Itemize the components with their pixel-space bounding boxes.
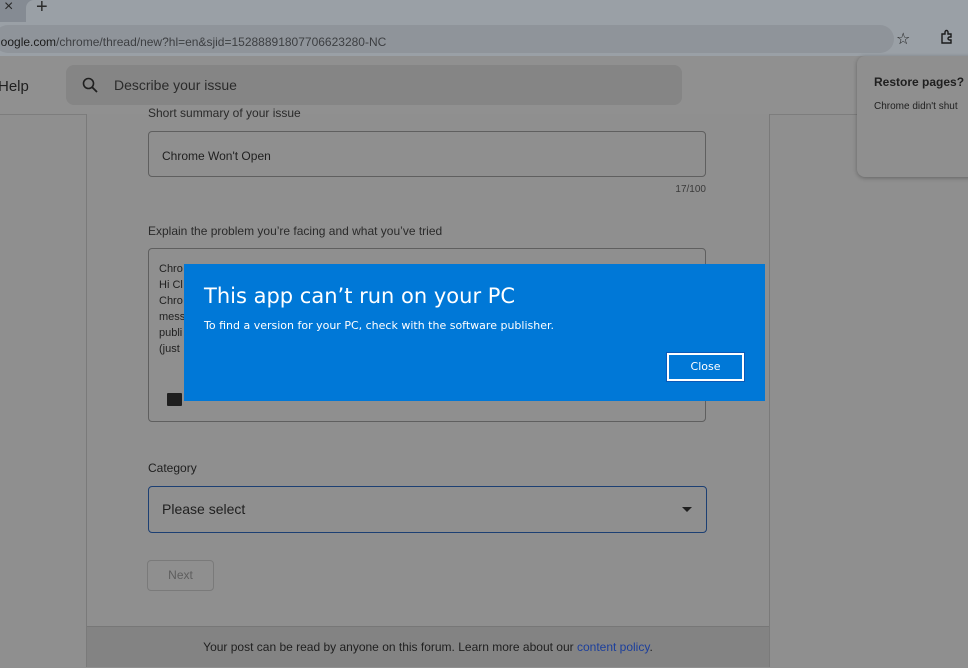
category-select[interactable]: Please select: [148, 486, 707, 533]
restore-title: Restore pages?: [874, 75, 965, 89]
summary-input[interactable]: Chrome Won't Open: [148, 131, 706, 177]
page-header: Help Describe your issue: [0, 56, 968, 115]
bookmark-star-icon[interactable]: ☆: [896, 29, 910, 49]
active-tab[interactable]: [26, 0, 968, 22]
footer-text: Your post can be read by anyone on this …: [203, 640, 577, 654]
category-label: Category: [148, 461, 197, 475]
search-bar[interactable]: Describe your issue: [66, 65, 682, 105]
tab-strip: × +: [0, 0, 968, 22]
search-input[interactable]: Describe your issue: [114, 77, 237, 93]
footer-end: .: [649, 640, 653, 654]
help-label[interactable]: Help: [0, 78, 29, 95]
insert-image-icon[interactable]: [167, 393, 182, 406]
summary-value: Chrome Won't Open: [162, 149, 271, 163]
search-icon: [82, 77, 98, 93]
summary-label: Short summary of your issue: [148, 106, 301, 120]
url-text: google.com/chrome/thread/new?hl=en&sjid=…: [0, 35, 386, 49]
dropdown-arrow-icon: [682, 507, 692, 512]
next-button[interactable]: Next: [147, 560, 214, 591]
close-tab-icon[interactable]: ×: [4, 0, 13, 16]
new-tab-icon[interactable]: +: [36, 0, 48, 19]
close-button[interactable]: Close: [666, 352, 745, 382]
content-policy-footer: Your post can be read by anyone on this …: [87, 626, 769, 667]
url-field[interactable]: google.com/chrome/thread/new?hl=en&sjid=…: [0, 25, 894, 53]
category-value: Please select: [162, 501, 246, 517]
restore-pages-popup: Restore pages? Chrome didn't shut: [857, 56, 968, 177]
app-cant-run-dialog: This app can’t run on your PC To find a …: [184, 264, 765, 401]
explain-label: Explain the problem you’re facing and wh…: [148, 224, 443, 238]
restore-text: Chrome didn't shut: [874, 101, 958, 112]
dialog-message: To find a version for your PC, check wit…: [204, 319, 554, 332]
dialog-title: This app can’t run on your PC: [204, 284, 516, 308]
close-button-label: Close: [690, 360, 721, 373]
url-domain: google.com: [0, 35, 57, 49]
url-path: /chrome/thread/new?hl=en&sjid=1528889180…: [56, 35, 387, 49]
address-bar: google.com/chrome/thread/new?hl=en&sjid=…: [0, 22, 968, 56]
extensions-icon[interactable]: [938, 29, 956, 47]
summary-char-count: 17/100: [675, 184, 706, 195]
content-policy-link[interactable]: content policy: [577, 640, 650, 654]
